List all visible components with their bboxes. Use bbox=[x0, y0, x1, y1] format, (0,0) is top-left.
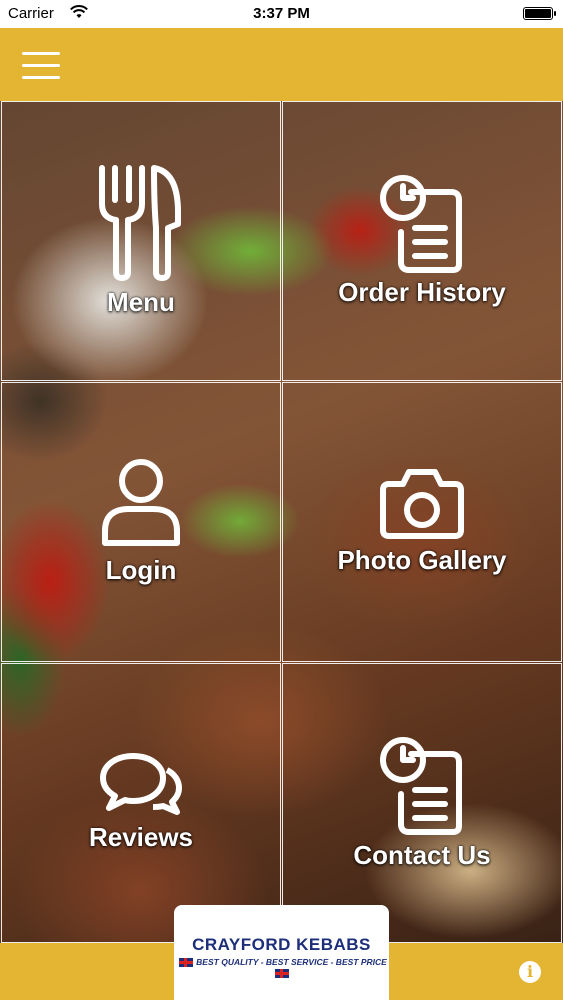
brand-name: CRAYFORD KEBABS bbox=[192, 935, 371, 954]
brand-tagline: BEST QUALITY - BEST SERVICE - BEST PRICE bbox=[196, 957, 387, 967]
info-icon[interactable]: i bbox=[519, 961, 541, 983]
tile-label: Reviews bbox=[88, 822, 194, 852]
tile-label: Menu bbox=[107, 287, 175, 317]
contact-clipboard-icon bbox=[283, 736, 561, 836]
tile-label: Login bbox=[105, 555, 177, 585]
brand-tagline-row: BEST QUALITY - BEST SERVICE - BEST PRICE bbox=[174, 957, 389, 978]
chat-bubbles-icon bbox=[2, 752, 280, 816]
home-tile-grid: Menu Order History Login Photo Gallery R… bbox=[1, 101, 562, 943]
status-time: 3:37 PM bbox=[253, 5, 310, 22]
brand-logo: CRAYFORD KEBABS BEST QUALITY - BEST SERV… bbox=[174, 905, 389, 1000]
tile-label: Order History bbox=[338, 277, 506, 307]
tile-photo-gallery[interactable]: Photo Gallery bbox=[282, 382, 562, 662]
cutlery-icon bbox=[2, 164, 280, 282]
tile-label: Contact Us bbox=[353, 840, 491, 870]
union-flag-icon bbox=[274, 968, 289, 978]
user-icon bbox=[2, 457, 280, 549]
order-history-icon bbox=[283, 174, 561, 274]
status-bar: Carrier 3:37 PM bbox=[0, 0, 563, 28]
tile-menu[interactable]: Menu bbox=[1, 101, 281, 381]
camera-icon bbox=[283, 466, 561, 540]
hamburger-icon[interactable] bbox=[22, 52, 60, 80]
top-bar bbox=[0, 28, 563, 101]
tile-login[interactable]: Login bbox=[1, 382, 281, 662]
battery-icon bbox=[523, 7, 556, 20]
tile-contact-us[interactable]: Contact Us bbox=[282, 663, 562, 943]
info-glyph: i bbox=[526, 962, 534, 981]
tile-order-history[interactable]: Order History bbox=[282, 101, 562, 381]
union-flag-icon bbox=[179, 958, 194, 968]
tile-reviews[interactable]: Reviews bbox=[1, 663, 281, 943]
tile-label: Photo Gallery bbox=[337, 545, 507, 575]
